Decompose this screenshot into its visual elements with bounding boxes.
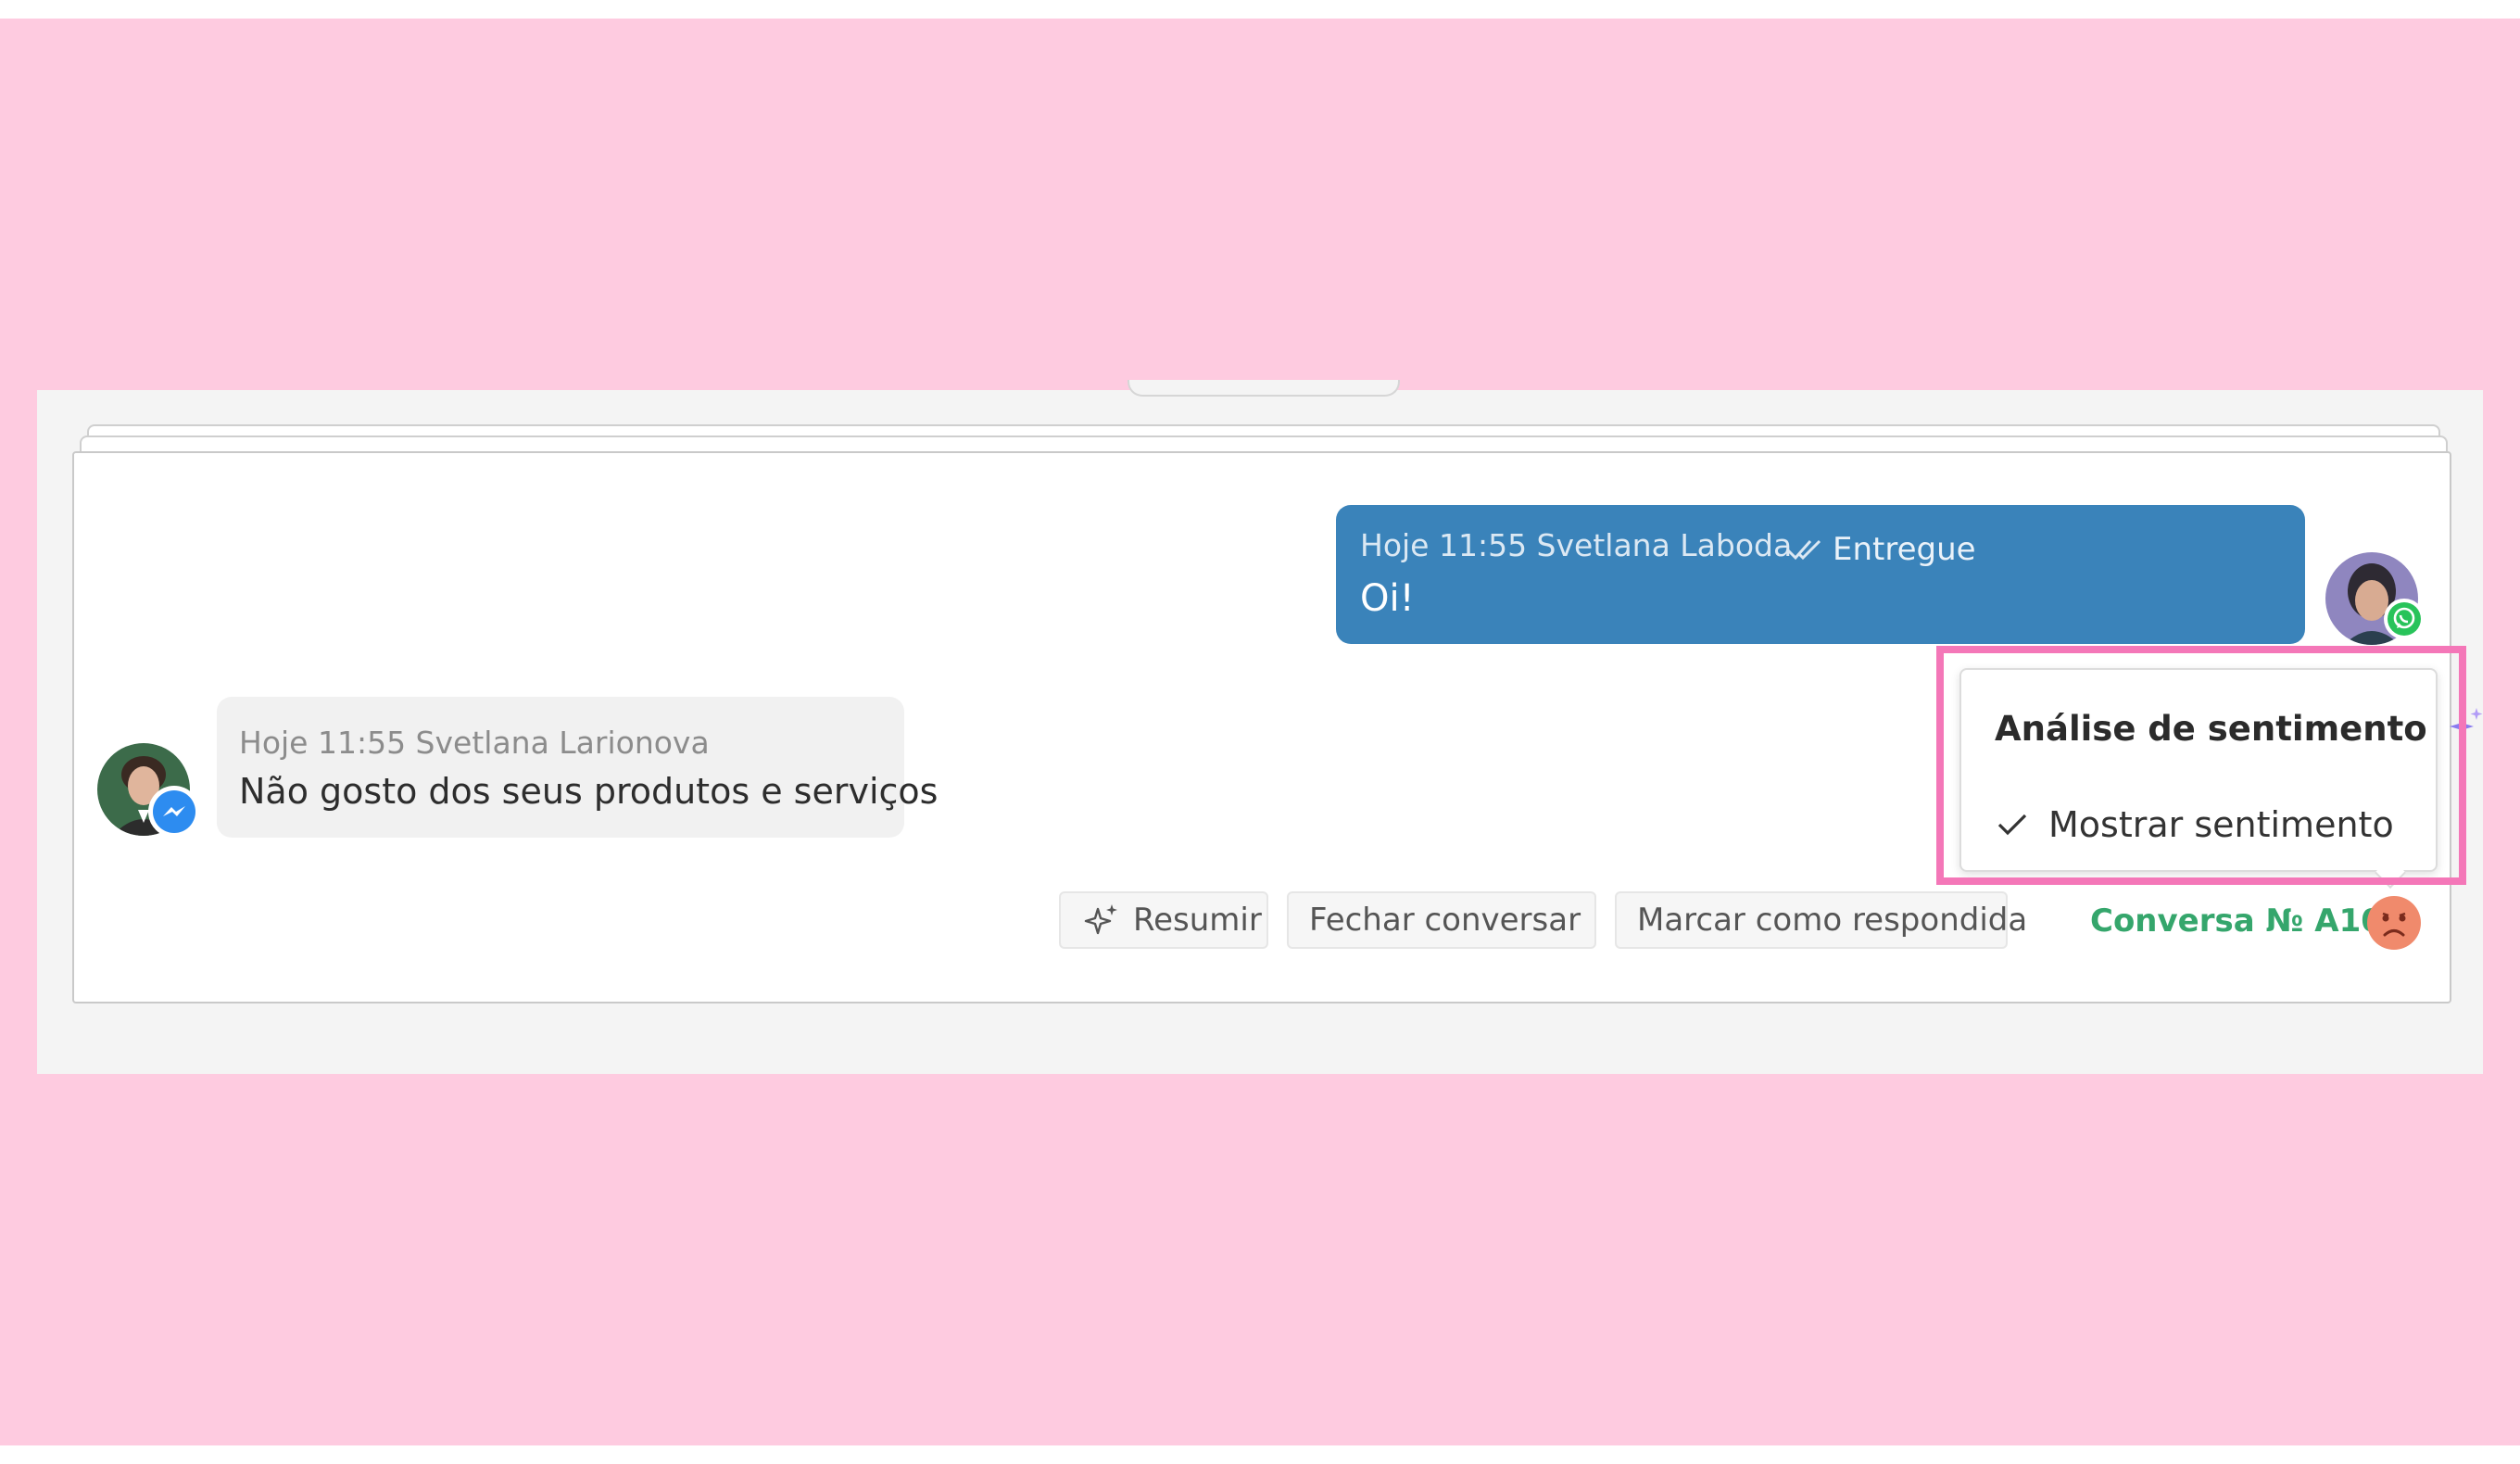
incoming-message-bubble: Hoje 11:55 Svetlana Larionova Não gosto … xyxy=(217,697,938,838)
sad-face-icon[interactable] xyxy=(2367,896,2421,950)
conversation-number[interactable]: Conversa № A100 xyxy=(2090,902,2405,940)
double-check-icon xyxy=(1786,539,1821,561)
mark-answered-label: Marcar como respondida xyxy=(1637,902,2028,939)
message-text: Não gosto dos seus produtos e serviços xyxy=(239,771,939,812)
sparkle-icon xyxy=(1084,904,1117,935)
outgoing-message-bubble: Hoje 11:55 Svetlana Laboda Entregue Oi! xyxy=(1336,505,2305,644)
close-conversation-label: Fechar conversar xyxy=(1309,902,1581,939)
summarize-label: Resumir xyxy=(1133,902,1262,939)
message-meta: Hoje 11:55 Svetlana Laboda xyxy=(1360,527,1793,563)
whatsapp-icon xyxy=(2384,599,2425,639)
summarize-button[interactable]: Resumir xyxy=(1059,891,1268,949)
messenger-icon xyxy=(148,786,200,838)
message-meta: Hoje 11:55 Svetlana Larionova xyxy=(239,725,710,761)
mark-answered-button[interactable]: Marcar como respondida xyxy=(1615,891,2027,949)
status-label: Entregue xyxy=(1833,531,1976,568)
delivery-status: Entregue xyxy=(1786,531,1976,568)
close-conversation-button[interactable]: Fechar conversar xyxy=(1287,891,1596,949)
top-tab xyxy=(1128,380,1400,397)
highlight-frame xyxy=(1936,646,2466,885)
message-text: Oi! xyxy=(1360,577,1415,620)
